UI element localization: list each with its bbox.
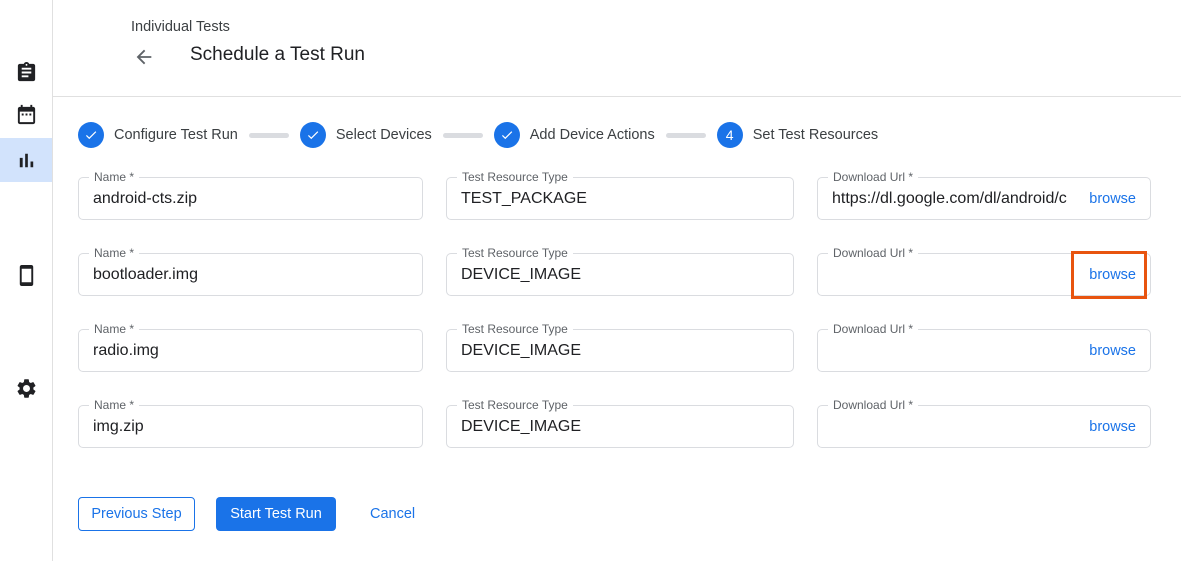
download-url-field[interactable]: Download Url * https://dl.google.com/dl/… [817,177,1151,220]
resource-type-field-value: DEVICE_IMAGE [461,418,779,436]
previous-step-button[interactable]: Previous Step [78,497,195,531]
step-label: Add Device Actions [530,127,655,143]
bar-chart-icon [15,149,38,172]
download-url-field[interactable]: Download Url * browse [817,329,1151,372]
name-field-value: radio.img [93,342,408,360]
sidebar [0,0,53,561]
step-label: Set Test Resources [753,127,878,143]
download-url-field-label: Download Url * [828,322,918,336]
sidebar-item-devices[interactable] [0,255,52,295]
resource-type-field-value: DEVICE_IMAGE [461,342,779,360]
resource-type-field[interactable]: Test Resource Type DEVICE_IMAGE [446,329,794,372]
step-add-device-actions[interactable]: Add Device Actions [494,122,655,148]
stepper: Configure Test Run Select Devices Add De… [78,122,878,148]
download-url-field-label: Download Url * [828,398,918,412]
app-window: Individual Tests Schedule a Test Run Con… [0,0,1181,561]
name-field-label: Name * [89,398,139,412]
resource-type-field-label: Test Resource Type [457,170,573,184]
step-connector [443,133,483,138]
step-connector [249,133,289,138]
browse-link[interactable]: browse [1089,343,1136,359]
resource-type-field[interactable]: Test Resource Type DEVICE_IMAGE [446,405,794,448]
sidebar-item-test-plans[interactable] [0,94,52,134]
page-title: Schedule a Test Run [190,44,365,66]
check-icon [500,128,514,142]
sidebar-item-test-runs[interactable] [0,138,52,182]
step-number: 4 [726,127,734,143]
name-field-value: android-cts.zip [93,190,408,208]
gear-icon [15,377,38,400]
test-resources-form: Name * android-cts.zip Test Resource Typ… [78,177,1151,448]
back-button[interactable] [131,44,157,70]
step-complete-circle [494,122,520,148]
step-configure-test-run[interactable]: Configure Test Run [78,122,238,148]
calendar-icon [15,103,38,126]
clipboard-icon [15,61,38,84]
browse-link[interactable]: browse [1089,267,1136,283]
cancel-button[interactable]: Cancel [370,497,415,531]
sidebar-item-tests[interactable] [0,52,52,92]
name-field[interactable]: Name * android-cts.zip [78,177,423,220]
name-field[interactable]: Name * bootloader.img [78,253,423,296]
resource-type-field-label: Test Resource Type [457,246,573,260]
step-label: Select Devices [336,127,432,143]
resource-type-field[interactable]: Test Resource Type DEVICE_IMAGE [446,253,794,296]
step-current-circle: 4 [717,122,743,148]
step-label: Configure Test Run [114,127,238,143]
download-url-field-value: https://dl.google.com/dl/android/c [832,190,1081,208]
step-complete-circle [300,122,326,148]
step-select-devices[interactable]: Select Devices [300,122,432,148]
download-url-field[interactable]: Download Url * browse [817,405,1151,448]
check-icon [84,128,98,142]
download-url-field-label: Download Url * [828,246,918,260]
resource-type-field-value: DEVICE_IMAGE [461,266,779,284]
check-icon [306,128,320,142]
page-header: Individual Tests Schedule a Test Run [53,0,1181,97]
step-set-test-resources[interactable]: 4 Set Test Resources [717,122,878,148]
breadcrumb: Individual Tests [131,19,230,35]
start-test-run-button[interactable]: Start Test Run [216,497,336,531]
name-field-value: img.zip [93,418,408,436]
browse-link[interactable]: browse [1089,419,1136,435]
sidebar-item-settings[interactable] [0,368,52,408]
download-url-field-label: Download Url * [828,170,918,184]
resource-type-field[interactable]: Test Resource Type TEST_PACKAGE [446,177,794,220]
resource-type-field-label: Test Resource Type [457,322,573,336]
form-actions: Previous Step Start Test Run Cancel [78,497,415,531]
smartphone-icon [15,264,38,287]
resource-type-field-value: TEST_PACKAGE [461,190,779,208]
resource-type-field-label: Test Resource Type [457,398,573,412]
step-complete-circle [78,122,104,148]
name-field-label: Name * [89,246,139,260]
name-field-label: Name * [89,170,139,184]
name-field-value: bootloader.img [93,266,408,284]
browse-link[interactable]: browse [1089,191,1136,207]
name-field[interactable]: Name * radio.img [78,329,423,372]
download-url-field[interactable]: Download Url * browse [817,253,1151,296]
name-field-label: Name * [89,322,139,336]
name-field[interactable]: Name * img.zip [78,405,423,448]
step-connector [666,133,706,138]
arrow-back-icon [133,46,155,68]
